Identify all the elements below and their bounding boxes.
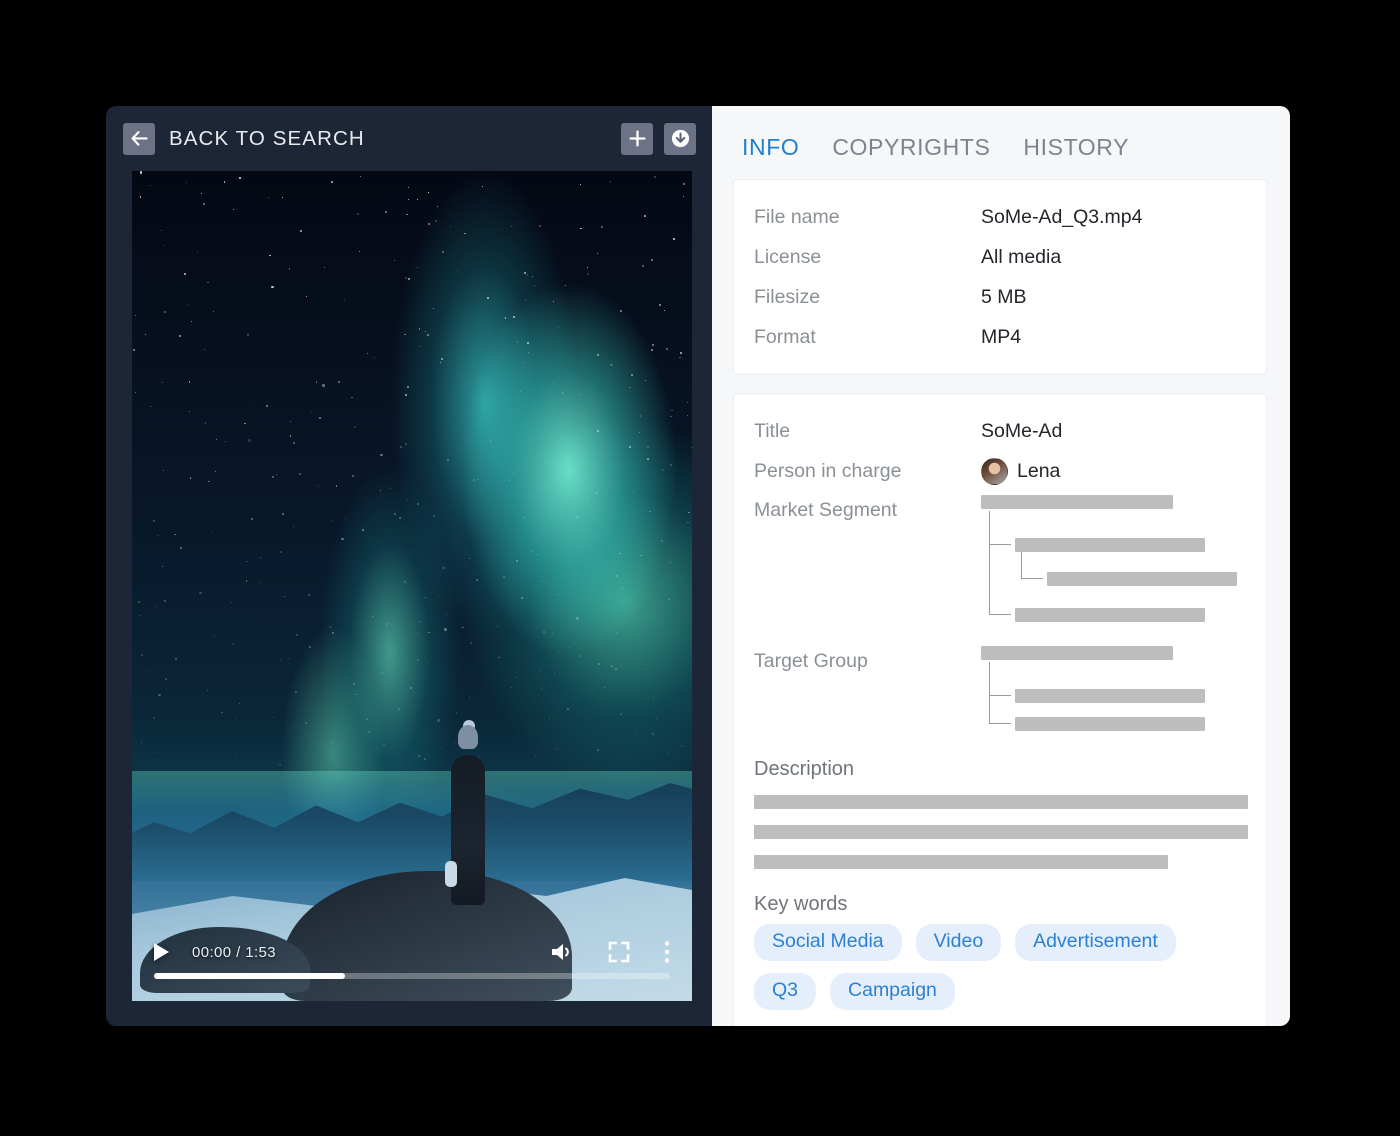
keyword-chip[interactable]: Q3 [754, 973, 817, 1010]
license-value: All media [981, 245, 1062, 268]
person-head [458, 725, 478, 749]
back-to-search-button[interactable] [123, 122, 155, 155]
description-label: Description [754, 758, 855, 780]
time-display: 00:00 / 1:53 [192, 943, 277, 961]
video-controls: 00:00 / 1:53 [132, 929, 692, 1001]
placeholder-bar [1015, 717, 1205, 731]
plus-icon [628, 130, 646, 147]
title-value: SoMe-Ad [981, 419, 1063, 442]
target-group-label: Target Group [754, 650, 868, 672]
placeholder-bar [1047, 572, 1237, 586]
tab-info[interactable]: INFO [742, 134, 799, 161]
keyword-chip[interactable]: Video [915, 924, 1002, 961]
placeholder-bar [981, 646, 1173, 660]
keyword-chip[interactable]: Campaign [830, 973, 955, 1010]
keyword-chip[interactable]: Social Media [754, 924, 902, 961]
target-group-row: Target Group [754, 646, 1242, 736]
file-name-label: File name [754, 205, 840, 228]
kebab-menu-icon[interactable] [664, 940, 670, 964]
title-label: Title [754, 419, 791, 442]
video-panel: BACK TO SEARCH 00:00 / 1:53 [106, 106, 712, 1026]
add-to-collection-button[interactable] [621, 122, 653, 155]
person-hand [445, 861, 457, 887]
video-controls-row: 00:00 / 1:53 [154, 937, 670, 967]
tab-copyrights[interactable]: COPYRIGHTS [832, 134, 990, 161]
fullscreen-icon[interactable] [608, 941, 630, 963]
file-name-value: SoMe-Ad_Q3.mp4 [981, 205, 1143, 228]
video-progress-fill [154, 973, 345, 979]
placeholder-bar [1015, 608, 1205, 622]
file-info-card: File name SoMe-Ad_Q3.mp4 License All med… [733, 179, 1267, 375]
title-row: Title SoMe-Ad [754, 411, 1242, 451]
media-detail-window: BACK TO SEARCH 00:00 / 1:53 INFO COPYRIG… [106, 106, 1290, 1026]
target-group-tree [981, 646, 1241, 736]
market-segment-label: Market Segment [754, 499, 898, 521]
file-name-row: File name SoMe-Ad_Q3.mp4 [754, 197, 1242, 237]
person-in-charge-value: Lena [981, 457, 1061, 485]
tab-history[interactable]: HISTORY [1023, 134, 1129, 161]
video-toolbar: BACK TO SEARCH [106, 106, 712, 171]
details-card: Title SoMe-Ad Person in charge Lena Mark… [733, 393, 1267, 1026]
video-toolbar-actions [621, 106, 696, 171]
placeholder-bar [754, 855, 1168, 869]
video-controls-right [550, 940, 670, 964]
person-in-charge-row: Person in charge Lena [754, 451, 1242, 491]
market-segment-row: Market Segment [754, 495, 1242, 632]
metadata-panel: INFO COPYRIGHTS HISTORY File name SoMe-A… [712, 106, 1290, 1026]
placeholder-bar [754, 825, 1248, 839]
video-progress-bar[interactable] [154, 973, 670, 979]
download-button[interactable] [664, 122, 696, 155]
person-silhouette [445, 720, 491, 905]
avatar [981, 457, 1008, 485]
placeholder-bar [1015, 538, 1205, 552]
tree-connector [989, 511, 1011, 615]
video-player[interactable]: 00:00 / 1:53 [132, 171, 692, 1001]
placeholder-bar [1015, 689, 1205, 703]
tree-connector [989, 662, 1011, 724]
filesize-row: Filesize 5 MB [754, 277, 1242, 317]
person-in-charge-label: Person in charge [754, 459, 902, 482]
format-row: Format MP4 [754, 317, 1242, 357]
arrow-left-icon [131, 131, 148, 146]
license-row: License All media [754, 237, 1242, 277]
download-circle-icon [671, 129, 689, 148]
metadata-tabs: INFO COPYRIGHTS HISTORY [733, 128, 1267, 179]
person-name: Lena [1017, 459, 1061, 482]
keyword-chip[interactable]: Advertisement [1015, 924, 1176, 961]
format-value: MP4 [981, 325, 1022, 348]
filesize-value: 5 MB [981, 285, 1027, 308]
placeholder-bar [754, 795, 1248, 809]
format-label: Format [754, 325, 816, 348]
market-segment-tree [981, 495, 1241, 632]
volume-icon[interactable] [550, 941, 574, 963]
keywords-label: Key words [754, 893, 848, 915]
filesize-label: Filesize [754, 285, 821, 308]
placeholder-bar [981, 495, 1173, 509]
keyword-chip-list: Social Media Video Advertisement Q3 Camp… [754, 924, 1242, 1010]
license-label: License [754, 245, 822, 268]
back-to-search-label: BACK TO SEARCH [169, 126, 365, 150]
play-button[interactable] [154, 943, 169, 961]
